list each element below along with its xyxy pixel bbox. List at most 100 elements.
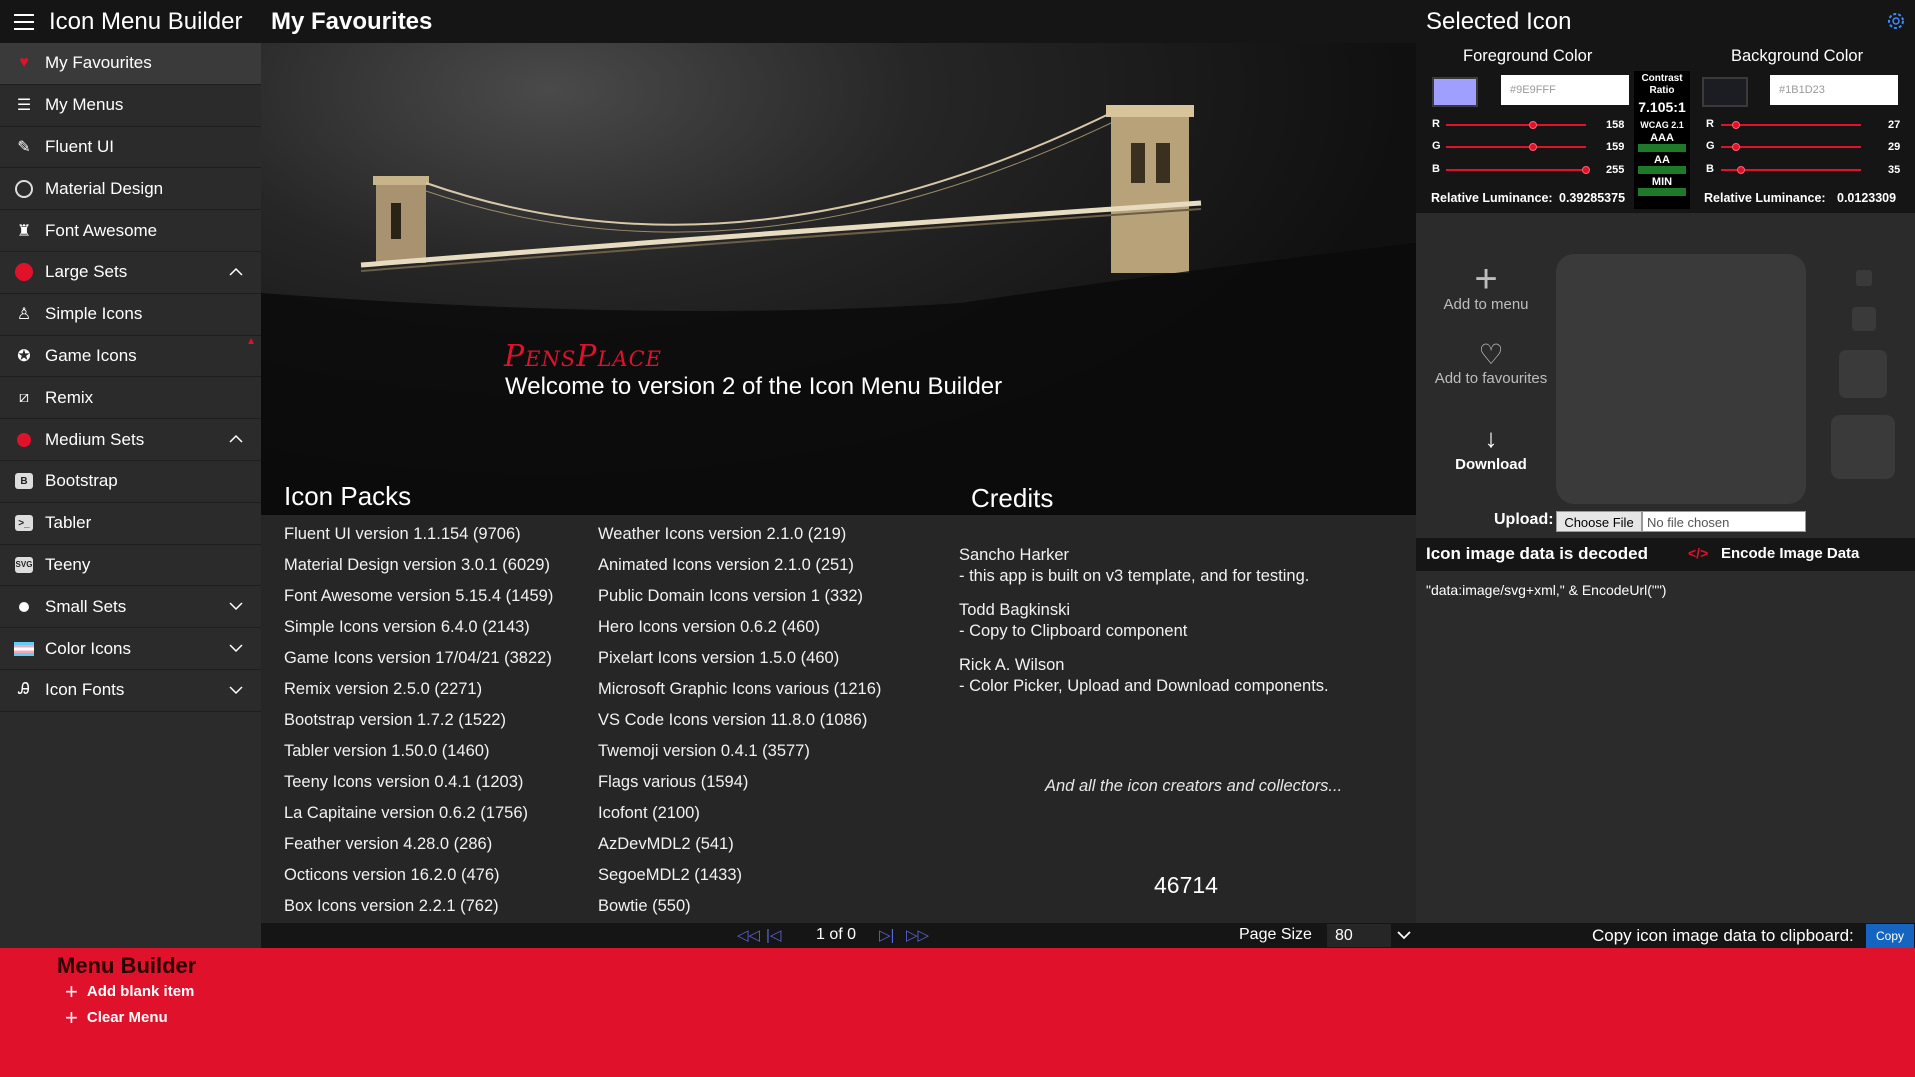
sidebar-item-color-icons[interactable]: Color Icons [0, 628, 261, 670]
background-red-slider-thumb[interactable] [1732, 121, 1741, 129]
foreground-luminance-label: Relative Luminance: [1431, 191, 1553, 205]
foreground-green-slider-thumb[interactable] [1528, 143, 1537, 151]
image-data-text[interactable]: "data:image/svg+xml," & EncodeUrl("") [1426, 582, 1666, 598]
sidebar-item-large-sets[interactable]: Large Sets [0, 252, 261, 294]
list-icon: ☰ [16, 97, 32, 115]
background-swatch[interactable] [1702, 77, 1748, 107]
blue-channel-label: B [1706, 163, 1714, 175]
chevron-up-icon[interactable] [229, 432, 243, 446]
sidebar-item-my-menus[interactable]: ☰ My Menus [0, 85, 261, 127]
sidebar-item-icon-fonts[interactable]: Ꭿ Icon Fonts [0, 670, 261, 712]
first-page-icon[interactable]: ◁◁ [737, 926, 760, 944]
icon-pack-item: Game Icons version 17/04/21 (3822) [284, 649, 552, 667]
background-color-label: Background Color [1731, 47, 1864, 65]
background-luminance-label: Relative Luminance: [1704, 191, 1826, 205]
icon-pack-item: Remix version 2.5.0 (2271) [284, 680, 483, 698]
encode-image-data-button[interactable]: Encode Image Data [1721, 545, 1859, 562]
sidebar-item-font-awesome[interactable]: ♜ Font Awesome [0, 210, 261, 252]
foreground-red-slider[interactable] [1446, 124, 1586, 126]
font-icon: Ꭿ [18, 681, 30, 699]
plus-icon: + [1474, 257, 1498, 301]
copy-label: Copy icon image data to clipboard: [1592, 926, 1854, 945]
sidebar-item-teeny[interactable]: SVG Teeny [0, 545, 261, 587]
sidebar-item-label: Material Design [45, 178, 164, 198]
foreground-hex-input[interactable]: #9E9FFF [1501, 75, 1629, 105]
chevron-up-icon[interactable] [229, 265, 243, 279]
icon-packs-list-2: Weather Icons version 2.1.0 (219) Animate… [598, 519, 881, 922]
chevron-down-icon[interactable] [229, 599, 243, 613]
background-green-slider-thumb[interactable] [1732, 143, 1741, 151]
background-blue-slider-thumb[interactable] [1736, 166, 1745, 174]
foreground-red-slider-thumb[interactable] [1528, 121, 1537, 129]
foreground-swatch[interactable] [1432, 77, 1478, 107]
previous-page-icon[interactable]: |◁ [766, 926, 781, 944]
foreground-blue-slider-thumb[interactable] [1582, 166, 1590, 174]
remix-icon: ⧄ [18, 388, 30, 406]
sidebar-item-simple-icons[interactable]: ♙ Simple Icons [0, 294, 261, 336]
next-page-icon[interactable]: ▷| [879, 926, 894, 944]
page-size-select[interactable]: 80 [1327, 924, 1391, 947]
icon-pack-item: Twemoji version 0.4.1 (3577) [598, 742, 810, 760]
aaa-badge: AAA [1638, 132, 1686, 152]
welcome-text: Welcome to version 2 of the Icon Menu Bu… [505, 373, 1003, 400]
sidebar-item-label: My Menus [45, 95, 124, 115]
icon-pack-item: Simple Icons version 6.4.0 (2143) [284, 618, 530, 636]
icon-pack-item: Octicons version 16.2.0 (476) [284, 866, 500, 884]
sidebar-item-small-sets[interactable]: Small Sets [0, 586, 261, 629]
sidebar-item-my-favourites[interactable]: ♥ My Favourites [0, 43, 261, 85]
chevron-down-icon[interactable] [229, 683, 243, 697]
icon-pack-item: Tabler version 1.50.0 (1460) [284, 742, 490, 760]
background-green-slider[interactable] [1721, 146, 1861, 148]
sidebar-item-label: Font Awesome [45, 220, 158, 240]
sidebar-item-label: Color Icons [45, 638, 131, 658]
foreground-color-label: Foreground Color [1463, 47, 1593, 65]
sidebar-item-game-icons[interactable]: ✪ Game Icons ▲ [0, 336, 261, 378]
main-header: My Favourites [261, 0, 1416, 43]
contrast-ratio-panel: Contrast Ratio 7.105:1 WCAG 2.1 AAA AA MI… [1634, 71, 1690, 209]
icon-pack-item: Pixelart Icons version 1.5.0 (460) [598, 649, 840, 667]
copy-button[interactable]: Copy [1866, 924, 1914, 948]
add-to-menu-button[interactable]: + Add to menu [1436, 257, 1536, 313]
foreground-blue-value: 255 [1606, 164, 1625, 176]
background-luminance-value: 0.0123309 [1837, 191, 1897, 205]
brand-logo: PensPlace [504, 339, 662, 374]
add-to-favourites-button[interactable]: ♡ Add to favourites [1421, 339, 1561, 388]
foreground-blue-slider[interactable] [1446, 169, 1586, 171]
hamburger-menu-icon[interactable] [14, 13, 34, 30]
add-blank-item-button[interactable]: + Add blank item [65, 980, 194, 1002]
choose-file-button[interactable]: Choose File [1556, 511, 1642, 532]
icon-pack-item: Font Awesome version 5.15.4 (1459) [284, 587, 554, 605]
background-red-slider[interactable] [1721, 124, 1861, 126]
sidebar-item-bootstrap[interactable]: B Bootstrap [0, 461, 261, 503]
chevron-down-icon[interactable] [1397, 928, 1411, 942]
background-hex-input[interactable]: #1B1D23 [1770, 75, 1898, 105]
sidebar-item-material-design[interactable]: Material Design [0, 168, 261, 211]
hero-banner: PensPlace Welcome to version 2 of the Ic… [261, 43, 1416, 515]
simple-icons-icon: ♙ [16, 306, 32, 324]
sidebar-item-remix[interactable]: ⧄ Remix [0, 377, 261, 420]
app-header: Icon Menu Builder [0, 0, 261, 43]
icon-pack-item: Weather Icons version 2.1.0 (219) [598, 525, 847, 543]
icon-pack-item: Public Domain Icons version 1 (332) [598, 587, 864, 605]
last-page-icon[interactable]: ▷▷ [906, 926, 929, 944]
sidebar-item-medium-sets[interactable]: Medium Sets [0, 419, 261, 461]
credit-item: Rick A. Wilson - Color Picker, Upload and… [959, 656, 1329, 695]
icon-preview-xs [1856, 270, 1872, 286]
icon-pack-item: VS Code Icons version 11.8.0 (1086) [598, 711, 868, 729]
download-button[interactable]: ↓ Download [1436, 420, 1546, 473]
gear-icon[interactable] [1885, 10, 1907, 32]
heart-outline-icon: ♡ [1478, 339, 1504, 370]
credits-tail: And all the icon creators and collectors… [1045, 777, 1343, 795]
sidebar-item-label: Medium Sets [45, 429, 145, 449]
sidebar-item-fluent-ui[interactable]: ✎ Fluent UI [0, 127, 261, 169]
sidebar-item-tabler[interactable]: >_ Tabler [0, 503, 261, 545]
clear-menu-button[interactable]: + Clear Menu [65, 1006, 168, 1028]
foreground-green-slider[interactable] [1446, 146, 1586, 148]
icon-pack-item: Bowtie (550) [598, 897, 691, 915]
contrast-title: Contrast Ratio [1641, 73, 1683, 96]
background-red-value: 27 [1888, 119, 1901, 131]
icon-pack-item: Teeny Icons version 0.4.1 (1203) [284, 773, 524, 791]
chevron-down-icon[interactable] [229, 641, 243, 655]
credit-item: Sancho Harker - this app is built on v3 t… [959, 546, 1310, 585]
sidebar-item-label: Large Sets [45, 262, 128, 282]
